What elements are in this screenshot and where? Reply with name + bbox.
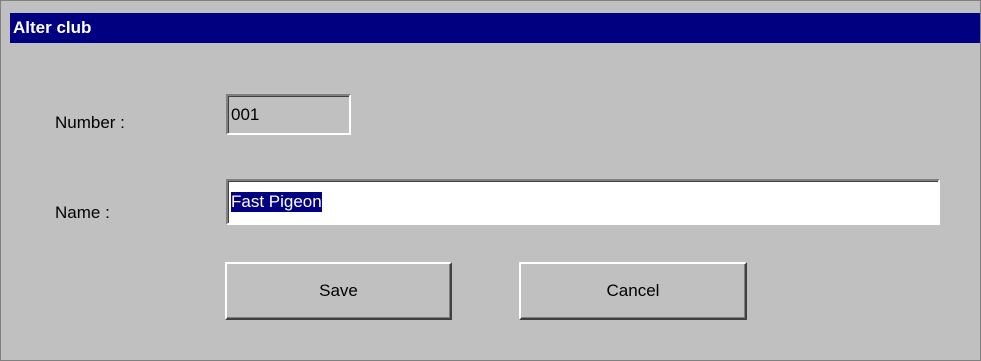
save-button[interactable]: Save: [225, 262, 452, 320]
window-title: Alter club: [13, 18, 92, 37]
cancel-button[interactable]: Cancel: [519, 262, 747, 320]
number-label: Number :: [55, 113, 125, 132]
name-label: Name :: [55, 203, 110, 222]
save-button-label: Save: [319, 281, 358, 300]
alter-club-dialog: Alter club Number : Name : Save Cancel: [0, 0, 981, 361]
cancel-button-label: Cancel: [606, 281, 660, 300]
number-field[interactable]: [226, 94, 351, 135]
title-bar: Alter club: [10, 13, 980, 43]
name-field[interactable]: [226, 179, 940, 225]
